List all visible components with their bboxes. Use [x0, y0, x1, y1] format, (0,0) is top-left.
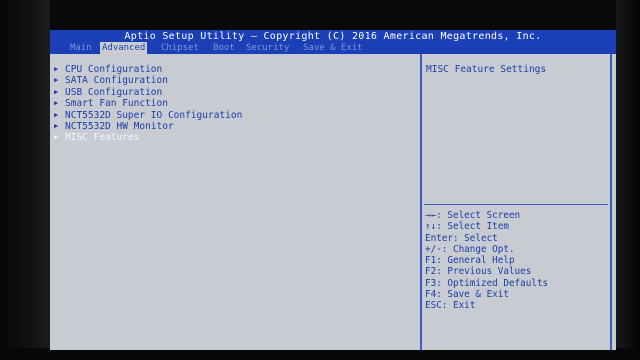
advanced-menu-list: ▶ CPU Configuration ▶ SATA Configuration…	[54, 64, 242, 144]
submenu-arrow-icon: ▶	[54, 133, 59, 142]
help-pane: MISC Feature Settings →←: Select Screen …	[422, 54, 610, 350]
key-optimized-defaults: F3: Optimized Defaults	[425, 277, 549, 289]
submenu-arrow-icon: ▶	[54, 65, 59, 73]
menu-item-usb-configuration[interactable]: ▶ USB Configuration	[54, 87, 242, 98]
menu-item-label: Smart Fan Function	[65, 98, 168, 110]
submenu-arrow-icon: ▶	[54, 110, 59, 119]
key-legend: →←: Select Screen ↑↓: Select Item Enter:…	[425, 210, 548, 312]
menu-item-label: SATA Configuration	[65, 75, 168, 87]
menu-item-sata-configuration[interactable]: ▶ SATA Configuration	[54, 75, 242, 86]
menu-item-label: NCT5532D HW Monitor	[65, 120, 174, 132]
help-divider	[424, 204, 608, 205]
key-select-item: ↑↓: Select Item	[425, 221, 509, 233]
menu-item-super-io-configuration[interactable]: ▶ NCT5532D Super IO Configuration	[54, 110, 242, 121]
key-previous-values: F2: Previous Values	[425, 266, 532, 278]
submenu-arrow-icon: ▶	[54, 87, 59, 96]
tab-bar: Main Advanced Chipset Boot Security Save…	[50, 42, 616, 54]
menu-item-label: USB Configuration	[65, 86, 163, 98]
tab-security[interactable]: Security	[246, 42, 289, 54]
tab-save-exit[interactable]: Save & Exit	[303, 42, 363, 54]
help-description: MISC Feature Settings	[426, 64, 547, 75]
screen-right-border	[610, 54, 612, 350]
tab-main[interactable]: Main	[70, 42, 92, 54]
submenu-arrow-icon: ▶	[54, 99, 59, 108]
menu-item-hw-monitor[interactable]: ▶ NCT5532D HW Monitor	[54, 121, 242, 132]
monitor-bezel-right	[616, 0, 640, 360]
menu-item-smart-fan-function[interactable]: ▶ Smart Fan Function	[54, 98, 242, 109]
key-select-screen: →←: Select Screen	[425, 210, 521, 221]
key-esc-exit: ESC: Exit	[425, 300, 476, 312]
monitor-bezel-left	[0, 0, 50, 360]
submenu-arrow-icon: ▶	[54, 121, 59, 130]
menu-item-cpu-configuration[interactable]: ▶ CPU Configuration	[54, 64, 242, 75]
menu-item-label: NCT5532D Super IO Configuration	[65, 109, 243, 121]
settings-pane: ▶ CPU Configuration ▶ SATA Configuration…	[50, 54, 420, 350]
monitor-bezel-top	[0, 0, 640, 30]
tab-chipset[interactable]: Chipset	[161, 42, 199, 54]
menu-item-label: CPU Configuration	[65, 64, 163, 75]
key-save-exit: F4: Save & Exit	[425, 289, 509, 301]
menu-item-label: MISC Features	[65, 132, 140, 144]
submenu-arrow-icon: ▶	[54, 76, 59, 85]
menu-item-misc-features[interactable]: ▶ MISC Features	[54, 132, 242, 143]
key-enter-select: Enter: Select	[425, 232, 498, 244]
tab-boot[interactable]: Boot	[213, 42, 235, 54]
tab-advanced[interactable]: Advanced	[100, 42, 148, 54]
key-change-option: +/-: Change Opt.	[425, 243, 515, 255]
key-general-help: F1: General Help	[425, 255, 515, 267]
bios-screen: Aptio Setup Utility – Copyright (C) 2016…	[50, 30, 616, 350]
